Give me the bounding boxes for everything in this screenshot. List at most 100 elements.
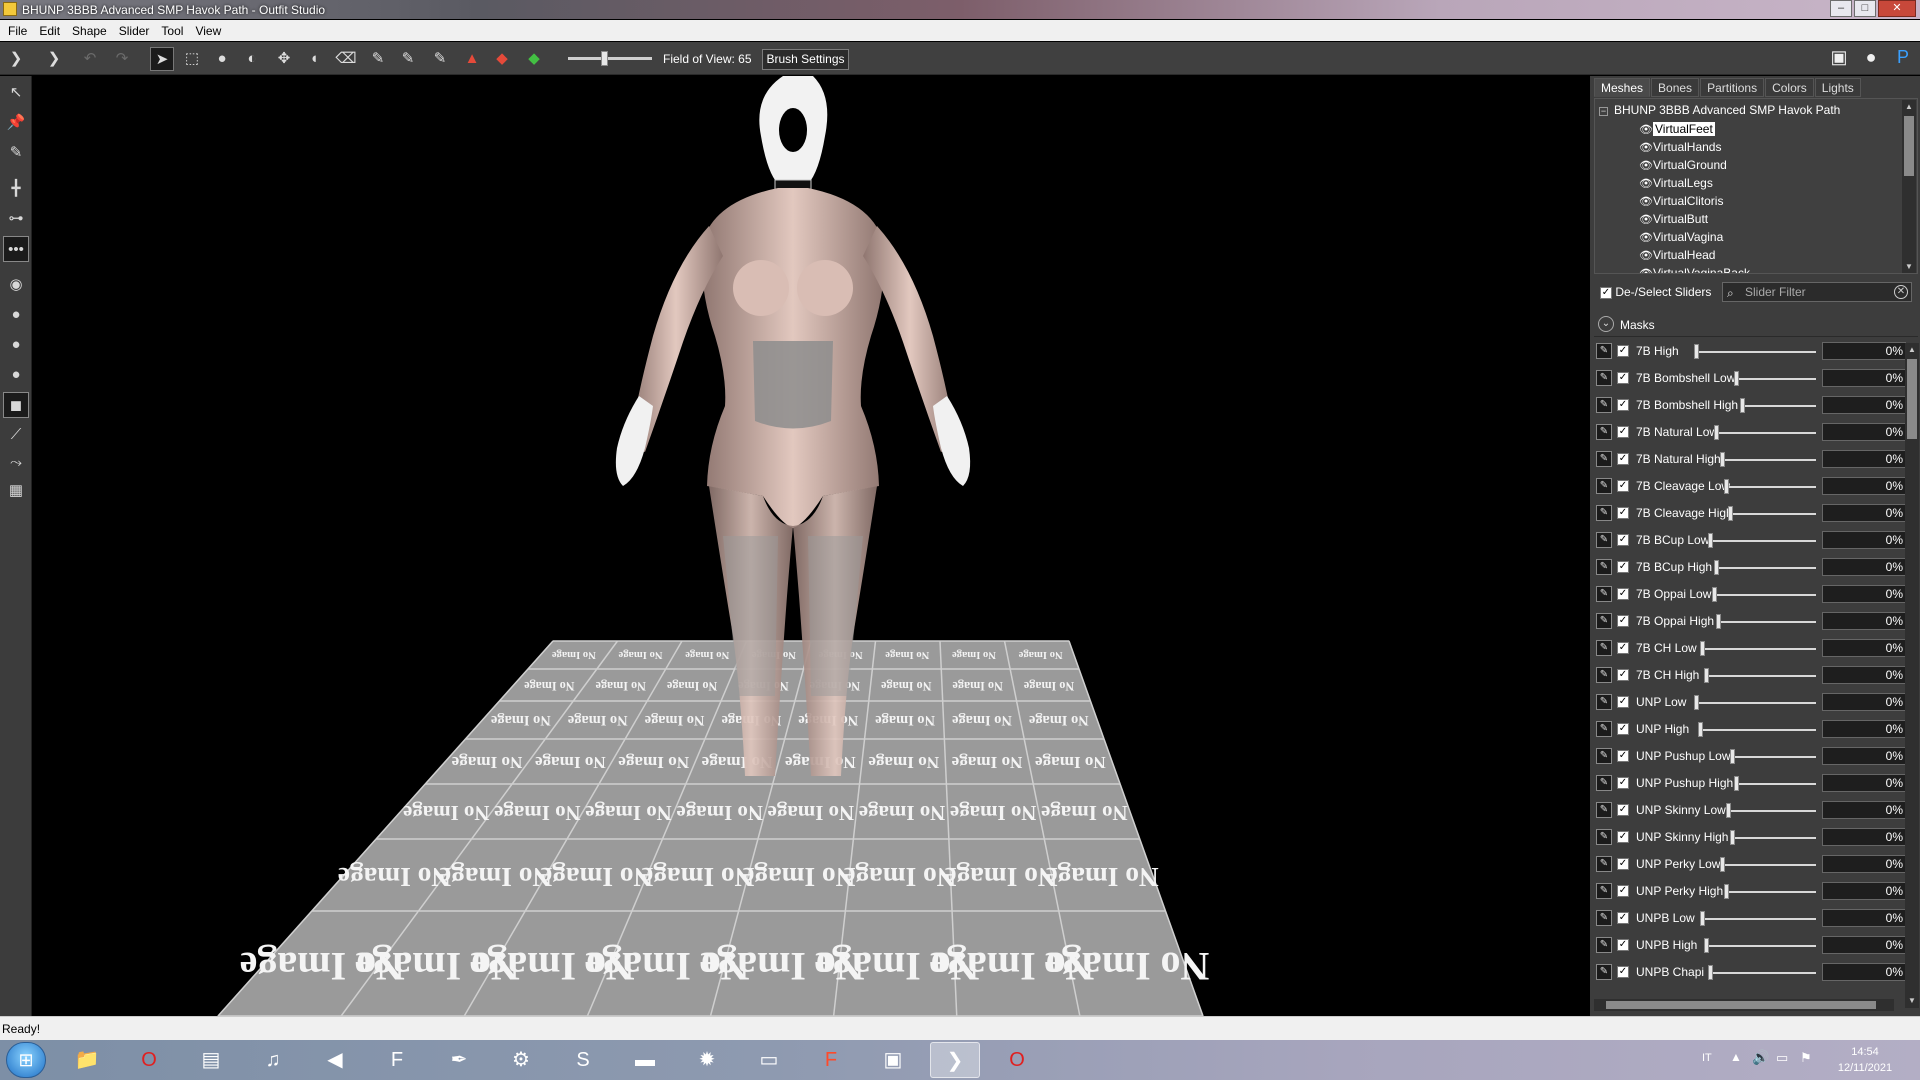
slider-checkbox[interactable]: ✓ [1617,615,1629,627]
slider-checkbox[interactable]: ✓ [1617,507,1629,519]
edit-slider-pencil-icon[interactable]: ✎ [1596,370,1612,386]
action-center-flag-icon[interactable]: ⚑ [1800,1050,1812,1066]
viewport-canvas[interactable]: No ImageNo ImageNo ImageNo ImageNo Image… [33,76,1589,1016]
slider-checkbox[interactable]: ✓ [1617,750,1629,762]
slider-track[interactable] [1734,783,1816,785]
slider-track[interactable] [1708,540,1816,542]
slider-track[interactable] [1694,702,1816,704]
start-button[interactable]: ⊞ [6,1042,46,1078]
tools-icon[interactable]: ⚙ [496,1042,546,1078]
window-icon[interactable]: ▭ [744,1042,794,1078]
slider-value[interactable]: 0% [1822,720,1906,738]
tree-scroll-thumb[interactable] [1904,116,1914,176]
slider-value[interactable]: 0% [1822,639,1906,657]
slider-thumb[interactable] [1728,506,1733,521]
slider-track[interactable] [1730,756,1816,758]
mesh-item[interactable]: 👁VirtualHands [1639,140,1721,156]
slider-thumb[interactable] [1704,668,1709,683]
slider-value[interactable]: 0% [1822,693,1906,711]
tree-scrollbar[interactable]: ▲ ▼ [1902,100,1916,273]
slider-track[interactable] [1714,432,1816,434]
weight-brush-icon[interactable]: ✎ [396,47,420,71]
visibility-eye-icon[interactable]: 👁 [1639,231,1653,244]
slider-list-scrollbar[interactable]: ▲ ▼ [1905,343,1919,1008]
cube-icon[interactable]: ◼ [3,392,29,418]
edit-slider-pencil-icon[interactable]: ✎ [1596,775,1612,791]
tab-partitions[interactable]: Partitions [1700,78,1765,97]
slider-thumb[interactable] [1698,722,1703,737]
slider-checkbox[interactable]: ✓ [1617,372,1629,384]
grid-icon[interactable]: ▦ [3,478,29,504]
slider-track[interactable] [1728,513,1816,515]
slider-value[interactable]: 0% [1822,936,1906,954]
slider-thumb[interactable] [1700,911,1705,926]
slider-thumb[interactable] [1726,803,1731,818]
slider-track[interactable] [1730,837,1816,839]
edit-slider-pencil-icon[interactable]: ✎ [1596,478,1612,494]
edit-slider-pencil-icon[interactable]: ✎ [1596,748,1612,764]
edit-slider-pencil-icon[interactable]: ✎ [1596,424,1612,440]
redo-icon[interactable]: ↷ [110,47,134,71]
tray-clock[interactable]: 14:54 12/11/2021 [1820,1044,1910,1076]
slider-thumb[interactable] [1730,749,1735,764]
menu-slider[interactable]: Slider [115,24,158,38]
edit-slider-pencil-icon[interactable]: ✎ [1596,802,1612,818]
itunes-icon[interactable]: ♫ [248,1042,298,1078]
flip-edge-icon[interactable]: ◆ [522,47,546,71]
mesh-item[interactable]: 👁VirtualGround [1639,158,1727,174]
slider-checkbox[interactable]: ✓ [1617,912,1629,924]
edit-slider-pencil-icon[interactable]: ✎ [1596,532,1612,548]
slider-thumb[interactable] [1724,884,1729,899]
language-indicator[interactable]: IT [1702,1052,1712,1064]
slider-track[interactable] [1724,486,1816,488]
edit-slider-pencil-icon[interactable]: ✎ [1596,883,1612,899]
slider-value[interactable]: 0% [1822,504,1906,522]
deflate-brush-icon[interactable]: ◐ [240,47,264,71]
skype-icon[interactable]: S [558,1042,608,1078]
slider-thumb[interactable] [1720,857,1725,872]
slider-thumb[interactable] [1708,533,1713,548]
tree-root[interactable]: − BHUNP 3BBB Advanced SMP Havok Path [1599,103,1840,117]
nmm-icon[interactable]: ▬ [620,1042,670,1078]
slider-checkbox[interactable]: ✓ [1617,777,1629,789]
slider-track[interactable] [1716,621,1816,623]
slider-thumb[interactable] [1712,587,1717,602]
pencil-icon[interactable]: ✎ [3,140,29,166]
fov-slider-track[interactable] [568,57,652,60]
edit-slider-pencil-icon[interactable]: ✎ [1596,721,1612,737]
slider-checkbox[interactable]: ✓ [1617,939,1629,951]
slider-value[interactable]: 0% [1822,531,1906,549]
tab-meshes[interactable]: Meshes [1594,78,1651,97]
slider-value[interactable]: 0% [1822,801,1906,819]
scroll-up-icon[interactable]: ▲ [1905,343,1919,357]
slider-thumb[interactable] [1740,398,1745,413]
github-icon[interactable]: ● [1858,47,1884,71]
slider-value[interactable]: 0% [1822,477,1906,495]
3d-viewport[interactable]: No ImageNo ImageNo ImageNo ImageNo Image… [33,76,1589,1016]
pin-icon[interactable]: 📌 [3,110,29,136]
edit-slider-pencil-icon[interactable]: ✎ [1596,937,1612,953]
ffdec-icon[interactable]: F [372,1042,422,1078]
visibility-eye-icon[interactable]: 👁 [1639,177,1653,190]
slider-thumb[interactable] [1694,344,1699,359]
mesh-item[interactable]: 👁VirtualButt [1639,212,1708,228]
slider-track[interactable] [1740,405,1816,407]
open-project-icon[interactable]: ❯ [42,47,66,71]
edit-slider-pencil-icon[interactable]: ✎ [1596,397,1612,413]
slider-value[interactable]: 0% [1822,396,1906,414]
discord-icon[interactable]: ▣ [1826,47,1852,71]
menu-edit[interactable]: Edit [35,24,68,38]
slider-checkbox[interactable]: ✓ [1617,480,1629,492]
slider-value[interactable]: 0% [1822,855,1906,873]
feather-icon[interactable]: ✒ [434,1042,484,1078]
move-brush-icon[interactable]: ✥ [272,47,296,71]
slider-value[interactable]: 0% [1822,342,1906,360]
slider-thumb[interactable] [1734,776,1739,791]
slider-checkbox[interactable]: ✓ [1617,426,1629,438]
slider-track[interactable] [1714,567,1816,569]
slider-track[interactable] [1700,648,1816,650]
slider-track[interactable] [1720,459,1816,461]
slider-track[interactable] [1694,351,1816,353]
slider-thumb[interactable] [1714,560,1719,575]
slider-checkbox[interactable]: ✓ [1617,966,1629,978]
